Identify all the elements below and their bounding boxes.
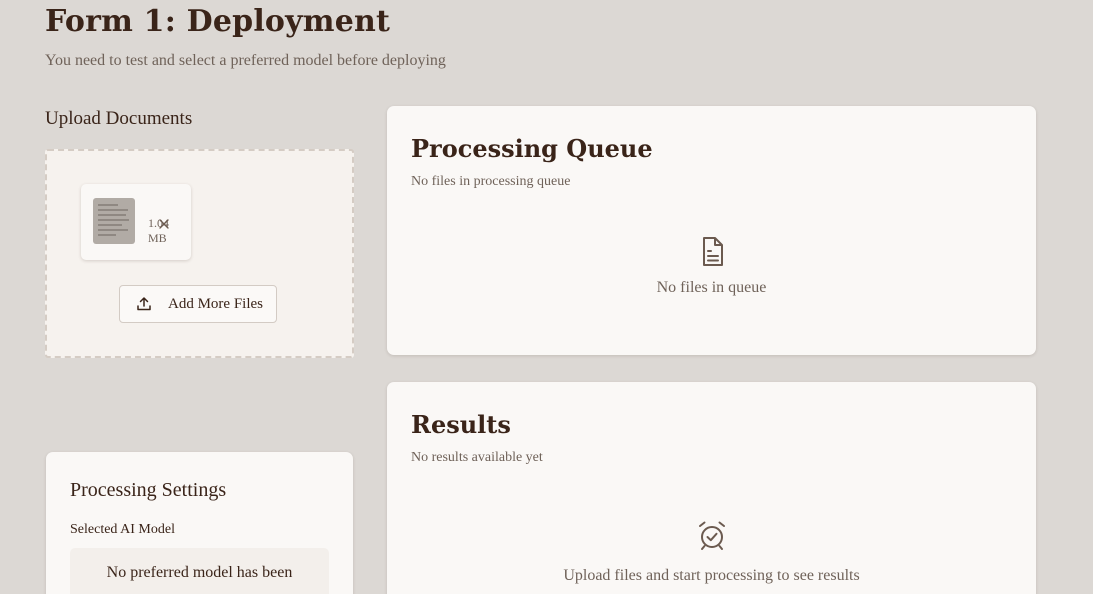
upload-icon [136,296,152,312]
processing-queue-description: No files in processing queue [411,174,571,189]
selected-model-label: Selected AI Model [70,522,175,537]
close-icon[interactable] [158,215,170,229]
file-size-unit: MB [148,231,167,245]
document-thumbnail [93,198,135,244]
processing-queue-title: Processing Queue [411,134,653,163]
no-preferred-model-message: No preferred model has been [106,564,293,581]
selected-model-box: No preferred model has been [70,548,329,594]
add-more-files-label: Add More Files [168,296,263,312]
queue-empty-message: No files in queue [656,279,767,296]
results-card: Results No results available yet Upload … [387,382,1036,594]
page-subtitle: You need to test and select a preferred … [45,52,446,69]
processing-queue-card: Processing Queue No files in processing … [387,106,1036,355]
alarm-check-icon [697,520,727,552]
processing-settings-title: Processing Settings [70,479,227,501]
file-text-icon [697,236,727,268]
add-more-files-button[interactable]: Add More Files [119,285,277,323]
page-title: Form 1: Deployment [45,4,391,39]
results-empty-message: Upload files and start processing to see… [563,567,860,584]
upload-dropzone[interactable]: 1.04 MB Add More Files [45,149,354,358]
upload-documents-heading: Upload Documents [45,108,193,129]
processing-settings-card: Processing Settings Selected AI Model No… [46,452,353,594]
results-title: Results [411,410,511,439]
results-description: No results available yet [411,450,543,465]
uploaded-file-card[interactable]: 1.04 MB [81,184,191,260]
